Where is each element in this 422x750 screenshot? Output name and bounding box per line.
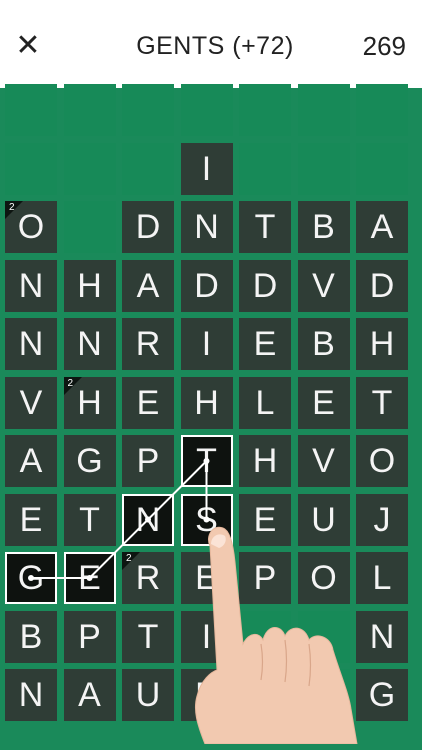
letter-tile[interactable]: R — [122, 318, 174, 370]
letter-tile[interactable]: O — [356, 435, 408, 487]
letter-tile[interactable]: E — [63, 552, 116, 604]
letter-tile[interactable]: T — [122, 610, 174, 663]
letter-tile[interactable]: A — [356, 201, 408, 253]
letter-tile[interactable]: E — [180, 552, 233, 604]
empty-cell — [297, 84, 350, 136]
letter-tile[interactable]: D — [356, 259, 408, 312]
letter-tile[interactable]: P — [63, 610, 116, 663]
letter-tile[interactable]: B — [5, 610, 57, 663]
letter-tile[interactable]: E — [297, 376, 350, 429]
multiplier-value: 2 — [67, 377, 74, 389]
letter-tile[interactable]: A — [5, 435, 57, 487]
letter-tile[interactable]: T — [239, 201, 291, 253]
letter-tile[interactable]: E — [122, 376, 174, 429]
letter-tile[interactable]: V — [5, 376, 57, 429]
letter-tile[interactable]: T — [356, 376, 408, 429]
letter-tile[interactable]: I — [180, 610, 233, 663]
letter-tile[interactable]: D — [180, 259, 233, 312]
letter-tile[interactable]: A — [63, 669, 116, 721]
letter-tile[interactable]: L — [239, 376, 291, 429]
letter-tile[interactable]: U — [122, 669, 174, 721]
letter-tile[interactable]: T — [63, 493, 116, 546]
empty-cell — [5, 84, 57, 136]
empty-cell — [122, 84, 174, 136]
letter-tile[interactable]: J — [356, 493, 408, 546]
letter-tile[interactable]: N — [180, 201, 233, 253]
letter-tile[interactable]: G — [63, 435, 116, 487]
letter-tile[interactable]: O — [297, 552, 350, 604]
letter-tile[interactable]: H — [180, 376, 233, 429]
empty-cell — [356, 142, 408, 195]
empty-cell — [239, 610, 291, 663]
letter-tile[interactable]: R2 — [122, 552, 174, 604]
letter-tile[interactable]: L — [356, 552, 408, 604]
letter-tile[interactable]: P — [122, 435, 174, 487]
letter-tile[interactable]: I — [180, 142, 233, 195]
letter-tile[interactable]: E — [239, 318, 291, 370]
letter-tile[interactable]: H — [63, 259, 116, 312]
empty-cell — [239, 84, 291, 136]
letter-tile[interactable]: H — [239, 435, 291, 487]
letter-tile[interactable]: H — [356, 318, 408, 370]
letter-tile[interactable]: U — [297, 493, 350, 546]
letter-tile[interactable]: B — [297, 318, 350, 370]
letter-tile[interactable]: S — [180, 493, 233, 546]
empty-cell — [63, 142, 116, 195]
letter-tile[interactable]: G — [5, 552, 57, 604]
current-word-label: GENTS (+72) — [136, 32, 294, 60]
empty-cell — [122, 142, 174, 195]
letter-tile[interactable]: H2 — [63, 376, 116, 429]
letter-tile[interactable]: N — [122, 493, 174, 546]
close-icon[interactable]: ✕ — [10, 24, 46, 68]
empty-cell — [356, 84, 408, 136]
score-label: 269 — [362, 31, 406, 61]
letter-tile[interactable]: E — [5, 493, 57, 546]
letter-tile[interactable]: N — [5, 318, 57, 370]
letter-tile[interactable]: O2 — [5, 201, 57, 253]
letter-tile[interactable]: E — [180, 669, 233, 721]
letter-tile[interactable]: N — [63, 318, 116, 370]
letter-tile[interactable]: V — [297, 435, 350, 487]
letter-tile[interactable]: E — [239, 493, 291, 546]
empty-cell — [239, 142, 291, 195]
empty-cell — [297, 610, 350, 663]
empty-cell — [239, 669, 291, 721]
letter-tile[interactable]: N — [356, 610, 408, 663]
empty-cell — [5, 142, 57, 195]
letter-tile[interactable]: D — [122, 201, 174, 253]
letter-tile[interactable]: B — [297, 201, 350, 253]
empty-cell — [180, 84, 233, 136]
multiplier-value: 2 — [9, 202, 15, 213]
empty-cell — [63, 84, 116, 136]
letter-tile[interactable]: N — [5, 669, 57, 721]
letter-tile[interactable]: V — [297, 259, 350, 312]
letter-tile[interactable]: T — [180, 435, 233, 487]
multiplier-value: 2 — [126, 553, 132, 564]
letter-tile[interactable]: G — [356, 669, 408, 721]
letter-tile[interactable]: P — [239, 552, 291, 604]
letter-tile[interactable]: A — [122, 259, 174, 312]
empty-cell — [63, 201, 116, 253]
letter-tile[interactable]: N — [5, 259, 57, 312]
empty-cell — [297, 669, 350, 721]
top-bar: ✕ GENTS (+72) 269 — [0, 0, 422, 88]
letter-grid: IO2DNTBANHADDVDNNRIEBHVH2EHLETAGPTHVOETN… — [5, 84, 417, 744]
letter-tile[interactable]: D — [239, 259, 291, 312]
letter-tile[interactable]: I — [180, 318, 233, 370]
empty-cell — [297, 142, 350, 195]
